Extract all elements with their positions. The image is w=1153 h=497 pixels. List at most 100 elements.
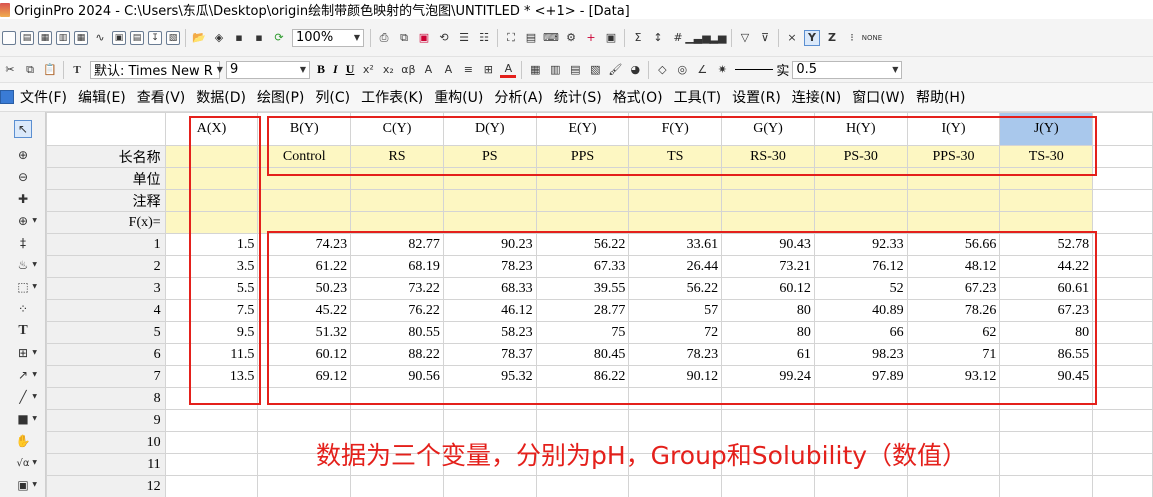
data-cell[interactable]: 86.22: [535, 365, 630, 388]
data-cell[interactable]: 92.33: [813, 233, 908, 256]
set-y-icon[interactable]: Y: [804, 29, 820, 46]
data-cell[interactable]: [906, 409, 1001, 432]
data-cell[interactable]: 62: [906, 321, 1001, 344]
data-cell[interactable]: [999, 409, 1094, 432]
data-cell[interactable]: [164, 475, 259, 497]
data-cell[interactable]: [721, 387, 815, 410]
data-cell[interactable]: 28.77: [535, 299, 630, 322]
increase-font-icon[interactable]: A: [420, 62, 436, 78]
meta-cell[interactable]: [628, 211, 723, 234]
data-cell[interactable]: 11.5: [164, 343, 259, 366]
data-cursor-tool-icon[interactable]: ‡: [14, 234, 32, 252]
column-header[interactable]: E(Y): [535, 112, 630, 146]
data-cell[interactable]: 78.23: [442, 255, 537, 278]
meta-cell[interactable]: [999, 211, 1094, 234]
set-z-icon[interactable]: Z: [824, 30, 840, 46]
data-cell[interactable]: 52: [813, 277, 908, 300]
meta-cell[interactable]: [813, 189, 908, 212]
data-cell[interactable]: 26.44: [628, 255, 723, 278]
data-cell[interactable]: 40.89: [813, 299, 908, 322]
print-icon[interactable]: ⎙: [376, 30, 392, 46]
data-cell[interactable]: 51.32: [257, 321, 352, 344]
underline-button[interactable]: U: [346, 62, 355, 77]
meta-cell[interactable]: [164, 167, 259, 190]
new-function-icon[interactable]: ∿: [92, 30, 108, 46]
row-number[interactable]: 2: [46, 255, 166, 278]
column-header[interactable]: H(Y): [813, 112, 908, 146]
template-icon[interactable]: ▧: [166, 30, 180, 45]
rectangle-tool-icon[interactable]: ■ ▼: [14, 410, 37, 428]
decrease-font-icon[interactable]: A: [440, 62, 456, 78]
data-cell[interactable]: [535, 409, 630, 432]
meta-cell[interactable]: [535, 167, 630, 190]
corner-cell[interactable]: [46, 112, 166, 146]
data-cell[interactable]: [628, 409, 723, 432]
meta-row-label[interactable]: 长名称: [46, 145, 166, 168]
data-cell[interactable]: 45.22: [257, 299, 352, 322]
sort-icon[interactable]: ↕: [650, 30, 666, 46]
meta-cell[interactable]: TS-30: [999, 145, 1094, 168]
data-cell[interactable]: 9.5: [164, 321, 259, 344]
data-cell[interactable]: 80: [721, 299, 815, 322]
column-header[interactable]: A(X): [164, 112, 259, 146]
meta-cell[interactable]: [628, 167, 723, 190]
data-reader-tool-icon[interactable]: ✚: [14, 190, 32, 208]
row-number[interactable]: 7: [46, 365, 166, 388]
meta-row-label[interactable]: 单位: [46, 167, 166, 190]
set-x-icon[interactable]: ×: [784, 30, 800, 46]
meta-cell[interactable]: [350, 211, 444, 234]
zoom-in-tool-icon[interactable]: ⊕: [14, 146, 32, 164]
set-error-icon[interactable]: ⁝: [844, 30, 860, 46]
meta-row-label[interactable]: F(x)=: [46, 211, 166, 234]
column-header[interactable]: B(Y): [257, 112, 352, 146]
data-cell[interactable]: [442, 475, 537, 497]
row-number[interactable]: 11: [46, 453, 166, 476]
line-style-label[interactable]: 实: [776, 60, 789, 79]
row-number[interactable]: 8: [46, 387, 166, 410]
align-icon[interactable]: ≡: [460, 62, 476, 78]
data-cell[interactable]: 61.22: [257, 255, 352, 278]
data-cell[interactable]: 5.5: [164, 277, 259, 300]
data-cell[interactable]: [906, 387, 1001, 410]
menu-statistics[interactable]: 统计(S): [554, 87, 602, 107]
data-cell[interactable]: 33.61: [628, 233, 723, 256]
menu-window[interactable]: 窗口(W): [852, 87, 905, 107]
meta-cell[interactable]: [721, 211, 815, 234]
meta-cell[interactable]: [813, 211, 908, 234]
row-number[interactable]: 3: [46, 277, 166, 300]
add-sheet-icon[interactable]: ▣: [603, 30, 619, 46]
new-notes-icon[interactable]: ▤: [130, 30, 144, 45]
data-cell[interactable]: 7.5: [164, 299, 259, 322]
data-cell[interactable]: 95.32: [442, 365, 537, 388]
data-cell[interactable]: [813, 387, 908, 410]
row-number[interactable]: 9: [46, 409, 166, 432]
line-color-icon[interactable]: ∠: [694, 62, 710, 78]
copy-format-icon[interactable]: ▧: [587, 62, 603, 78]
data-cell[interactable]: [164, 387, 259, 410]
data-cell[interactable]: [721, 409, 815, 432]
set-none-icon[interactable]: NONE: [862, 30, 882, 46]
data-cell[interactable]: 67.23: [906, 277, 1001, 300]
project-explorer-icon[interactable]: ⛶: [503, 30, 519, 46]
column-header[interactable]: J(Y): [999, 112, 1094, 146]
meta-cell[interactable]: [721, 167, 815, 190]
meta-cell[interactable]: [164, 189, 259, 212]
save-template-icon[interactable]: ▪: [251, 30, 267, 46]
data-cell[interactable]: [628, 475, 723, 497]
meta-cell[interactable]: PS: [442, 145, 537, 168]
data-cell[interactable]: 68.33: [442, 277, 537, 300]
new-matrix-icon[interactable]: ▦: [74, 30, 88, 45]
menu-data[interactable]: 数据(D): [196, 87, 246, 107]
meta-cell[interactable]: PPS: [535, 145, 630, 168]
data-cell[interactable]: [442, 387, 537, 410]
row-number[interactable]: 6: [46, 343, 166, 366]
equation-tool-icon[interactable]: √α ▼: [14, 454, 37, 472]
row-number[interactable]: 1: [46, 233, 166, 256]
column-chart-icon[interactable]: ▁▃▅: [685, 30, 710, 46]
meta-cell[interactable]: [813, 167, 908, 190]
data-cell[interactable]: 3.5: [164, 255, 259, 278]
meta-cell[interactable]: PS-30: [813, 145, 908, 168]
data-cell[interactable]: 76.22: [350, 299, 444, 322]
remove-filter-icon[interactable]: ⊽: [757, 30, 773, 46]
cell-style-icon[interactable]: ▤: [567, 62, 583, 78]
